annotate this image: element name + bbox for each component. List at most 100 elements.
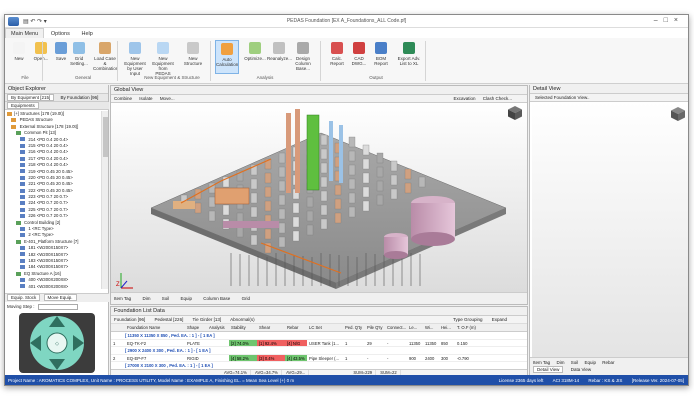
column-header[interactable]: Stability (229, 324, 257, 331)
dv-tab-rebar[interactable]: Rebar (602, 360, 614, 365)
pedestal[interactable] (320, 204, 328, 216)
combine-button[interactable]: Combine (114, 96, 132, 101)
pedestal[interactable] (236, 226, 244, 238)
tab-tie-girder[interactable]: Tie Girder [13] (193, 317, 222, 322)
ribbon-button-12[interactable]: Calc. Report (325, 40, 349, 74)
pedestal[interactable] (278, 166, 286, 178)
green-tower[interactable] (306, 114, 320, 191)
column-header[interactable]: Shape (185, 324, 207, 331)
pedestal[interactable] (348, 178, 356, 190)
pedestal[interactable] (292, 216, 300, 228)
column-header[interactable]: Rebar (285, 324, 307, 331)
pedestal[interactable] (334, 198, 342, 210)
tab-equip[interactable]: Equip (181, 296, 193, 301)
ribbon-button-3[interactable]: Grid Setting... (67, 40, 91, 74)
ribbon-button-11[interactable]: Design Column Base... (291, 40, 315, 74)
pedestal[interactable] (194, 202, 202, 214)
pedestal[interactable] (208, 196, 216, 208)
pedestal[interactable] (250, 206, 258, 218)
column-header[interactable]: Pile Q'ty (365, 324, 385, 331)
column-header[interactable]: Wi... (423, 324, 439, 331)
pedestal[interactable] (376, 194, 384, 206)
column-header[interactable]: Ped. Q'ty (343, 324, 365, 331)
tab-item-tag[interactable]: Item Tag (114, 296, 131, 301)
ribbon-button-13[interactable]: CAD DWG... (347, 40, 371, 74)
pedestal[interactable] (320, 218, 328, 230)
pedestal[interactable] (376, 166, 384, 178)
pedestal[interactable] (222, 204, 230, 216)
horizontal-vessel[interactable] (223, 221, 279, 228)
pedestal[interactable] (348, 206, 356, 218)
equipment-block-1[interactable] (214, 187, 250, 205)
column-header[interactable]: Analysis (207, 324, 229, 331)
pedestal[interactable] (348, 192, 356, 204)
pedestal[interactable] (320, 190, 328, 202)
ribbon-button-4[interactable]: Load Case & Combination (93, 40, 118, 74)
tab-move-equip[interactable]: Move Equip. (43, 294, 77, 301)
tab-data-view[interactable]: Data View (571, 367, 591, 372)
pedestal[interactable] (278, 222, 286, 234)
column-header[interactable]: Hei... (439, 324, 455, 331)
pedestal[interactable] (376, 152, 384, 164)
pedestal[interactable] (362, 200, 370, 212)
view-cube-icon[interactable] (507, 105, 523, 121)
selected-foundation-view[interactable]: Selected Foundation View.. (532, 95, 592, 100)
pedestal[interactable] (376, 180, 384, 192)
tab-equip-stock[interactable]: Equip. Stock (7, 294, 41, 301)
window-controls[interactable]: –□× (654, 17, 684, 24)
ribbon-button-7[interactable]: New Structure (181, 40, 205, 74)
detail-view-cube-icon[interactable] (670, 106, 686, 122)
tab-pedestal[interactable]: Pedestal [226] (155, 317, 184, 322)
moving-step-input[interactable] (37, 304, 78, 310)
column-header[interactable]: Connect... (385, 324, 407, 331)
clash-check-button[interactable]: Clash Check... (483, 96, 512, 101)
pedestal[interactable] (278, 236, 286, 248)
ribbon-button-5[interactable]: New Equipment by User Input (123, 40, 147, 76)
pedestal[interactable] (362, 172, 370, 184)
column-header[interactable]: LC Set (307, 324, 343, 331)
equipment-block-2[interactable] (173, 201, 195, 209)
pedestal[interactable] (250, 234, 258, 246)
pedestal[interactable] (320, 148, 328, 160)
isolate-button[interactable]: Isolate (139, 96, 152, 101)
ribbon-button-8[interactable]: Auto Calculation (215, 40, 239, 74)
column-header[interactable]: Le... (407, 324, 423, 331)
table-row[interactable]: [ 11350 X 11350 X 850 , Ped. EA. : 1 ] -… (111, 332, 527, 340)
type-grouping-checkbox[interactable]: Type Grouping (453, 317, 483, 322)
ribbon-button-9[interactable]: Optimize... (243, 40, 267, 74)
ribbon-button-15[interactable]: Export Adv. List to XL (397, 40, 421, 74)
pedestal[interactable] (250, 178, 258, 190)
pedestal[interactable] (292, 202, 300, 214)
pedestal[interactable] (390, 188, 398, 200)
pedestal[interactable] (306, 210, 314, 222)
table-row[interactable]: [ 2900 X 2400 X 300 , Ped. EA. : 1 ] - [… (111, 347, 527, 355)
pedestal[interactable] (390, 174, 398, 186)
pedestal[interactable] (264, 186, 272, 198)
3d-plant-model-canvas[interactable]: Z (111, 103, 527, 292)
pedestal[interactable] (362, 144, 370, 156)
pedestal[interactable] (320, 176, 328, 188)
dv-tab-soil[interactable]: Soil (571, 360, 579, 365)
dv-tab-equip[interactable]: Equip (585, 360, 597, 365)
tab-foundation[interactable]: Foundation [96] (114, 317, 145, 322)
tab-soil[interactable]: Soil (162, 296, 170, 301)
excavation-button[interactable]: Excavation (453, 96, 475, 101)
tab-by-equipment[interactable]: By Equipment [215] (7, 94, 55, 101)
pedestal[interactable] (334, 184, 342, 196)
pedestal[interactable] (362, 186, 370, 198)
tab-abnormals[interactable]: Abnormal(s) (230, 317, 255, 322)
tree-node[interactable]: 401 <W300X200X8> (5, 284, 101, 289)
tab-detail-view[interactable]: Detail View (533, 366, 564, 373)
pedestal[interactable] (306, 196, 314, 208)
pedestal[interactable] (264, 200, 272, 212)
tree-scrollbar[interactable] (101, 111, 108, 289)
column-header[interactable]: T. O.F (m) (455, 324, 477, 331)
move-button[interactable]: Move... (160, 96, 175, 101)
tab-grid[interactable]: Grid (242, 296, 251, 301)
table-row[interactable]: 1 EQ-TK-F2 PLATE [2] 74.0% [1] 92.4% [4] N/G U… (111, 339, 527, 347)
pedestal[interactable] (292, 230, 300, 242)
tab-equipments[interactable]: Equipments (7, 102, 39, 109)
tab-column-base[interactable]: Column Base (203, 296, 230, 301)
pedestal[interactable] (250, 192, 258, 204)
pedestal[interactable] (348, 164, 356, 176)
